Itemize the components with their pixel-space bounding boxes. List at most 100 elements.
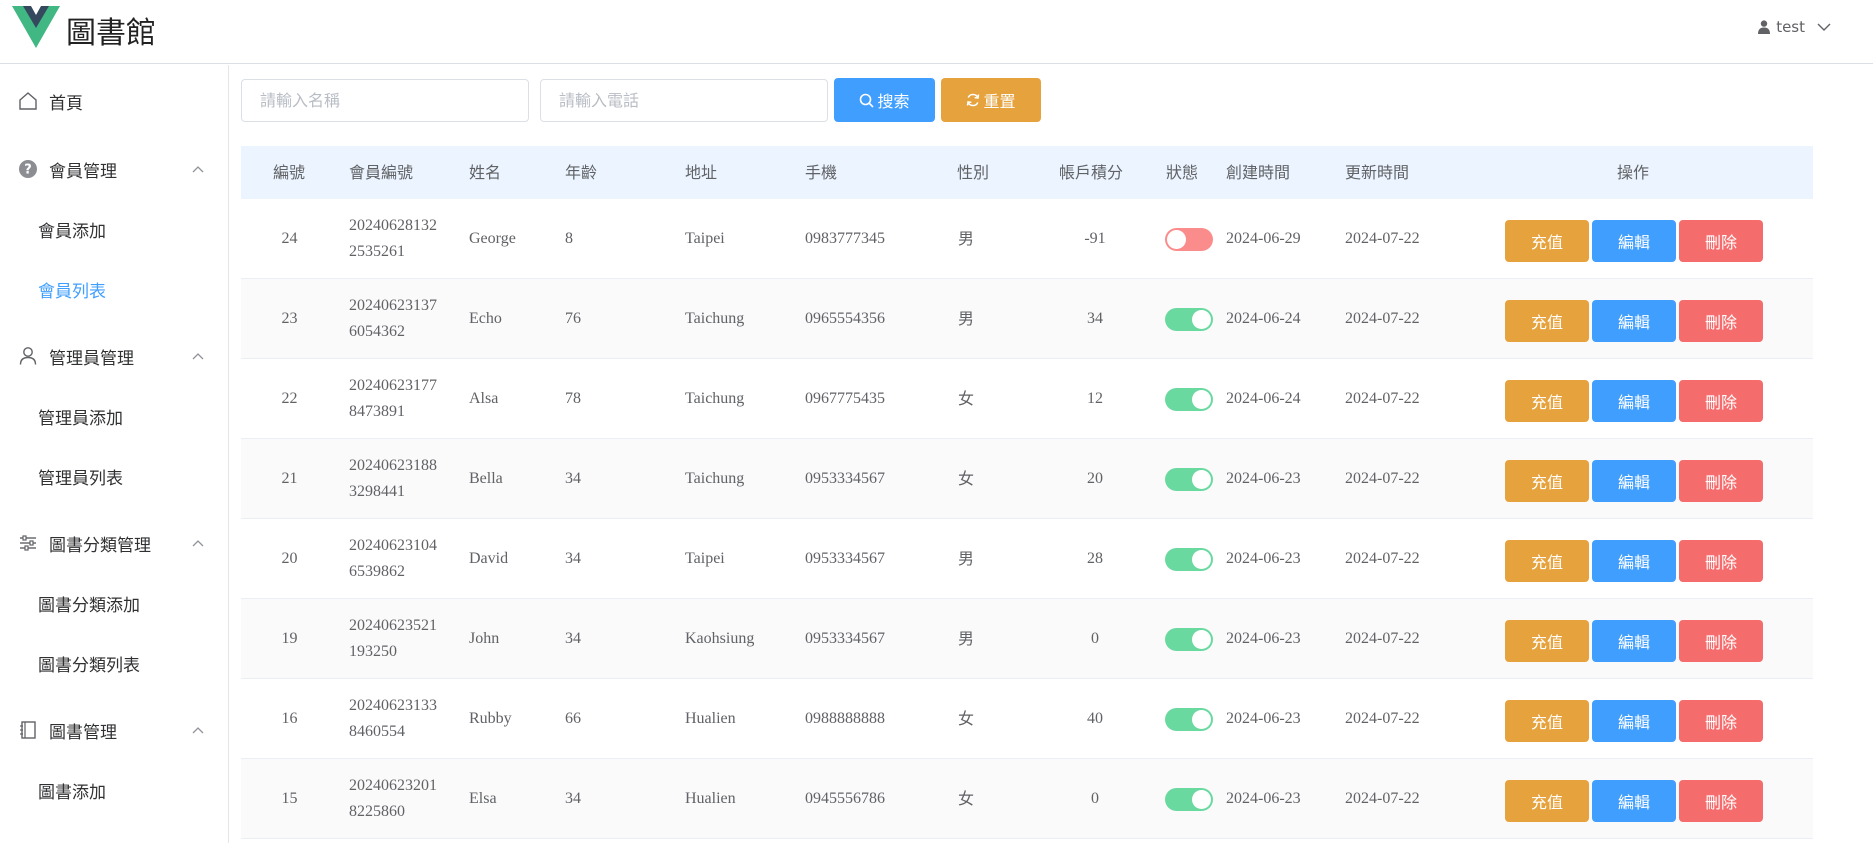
sidebar-group-admin-management[interactable]: 管理員管理 bbox=[0, 328, 228, 384]
sidebar-item-book-add[interactable]: 圖書添加 bbox=[0, 765, 228, 815]
cell-phone: 0945556786 bbox=[805, 790, 885, 807]
user-dropdown[interactable]: test bbox=[1758, 18, 1831, 36]
cell-gender: 男 bbox=[957, 309, 974, 328]
cell-id: 24 bbox=[281, 230, 298, 247]
cell-age: 34 bbox=[565, 790, 581, 807]
column-header: 狀態 bbox=[1166, 163, 1199, 182]
cell-address: Hualien bbox=[685, 790, 736, 807]
cell-updated: 2024-07-22 bbox=[1345, 550, 1420, 567]
reset-button[interactable]: 重置 bbox=[941, 78, 1041, 122]
delete-button[interactable]: 刪除 bbox=[1679, 380, 1763, 422]
edit-button-label: 編輯 bbox=[1617, 713, 1650, 732]
edit-button[interactable]: 編輯 bbox=[1592, 220, 1676, 262]
edit-button[interactable]: 編輯 bbox=[1592, 700, 1676, 742]
delete-button[interactable]: 刪除 bbox=[1679, 300, 1763, 342]
cell-updated: 2024-07-22 bbox=[1345, 470, 1420, 487]
member-no-line-2: 8473891 bbox=[349, 403, 405, 420]
cell-created: 2024-06-23 bbox=[1226, 630, 1301, 647]
recharge-button-label: 充值 bbox=[1530, 713, 1563, 732]
status-toggle[interactable] bbox=[1165, 228, 1213, 251]
sidebar-item-member-list[interactable]: 會員列表 bbox=[0, 264, 228, 314]
sidebar-item-label: 會員添加 bbox=[38, 221, 106, 242]
chevron-down-icon bbox=[1817, 23, 1831, 31]
edit-button[interactable]: 編輯 bbox=[1592, 620, 1676, 662]
sidebar-group-member-management[interactable]: ? 會員管理 bbox=[0, 141, 228, 197]
sidebar-item-admin-list[interactable]: 管理員列表 bbox=[0, 451, 228, 501]
edit-button-label: 編輯 bbox=[1617, 553, 1650, 572]
sidebar-group-book-management[interactable]: 圖書管理 bbox=[0, 702, 228, 758]
sidebar-item-admin-add[interactable]: 管理員添加 bbox=[0, 391, 228, 441]
member-no-line-2: 8225860 bbox=[349, 803, 405, 820]
table-row: 20 20240623104 6539862 David 34 Taipei 0… bbox=[241, 519, 1813, 599]
member-no-line-2: 2535261 bbox=[349, 243, 405, 260]
edit-button[interactable]: 編輯 bbox=[1592, 380, 1676, 422]
edit-button[interactable]: 編輯 bbox=[1592, 300, 1676, 342]
column-header: 更新時間 bbox=[1345, 163, 1410, 182]
status-toggle[interactable] bbox=[1165, 468, 1213, 491]
recharge-button[interactable]: 充值 bbox=[1505, 620, 1589, 662]
recharge-button[interactable]: 充值 bbox=[1505, 700, 1589, 742]
recharge-button[interactable]: 充值 bbox=[1505, 220, 1589, 262]
cell-phone: 0953334567 bbox=[805, 550, 885, 567]
question-circle-icon: ? bbox=[18, 159, 38, 179]
cell-address: Hualien bbox=[685, 710, 736, 727]
cell-points: 0 bbox=[1091, 630, 1099, 647]
phone-search-input[interactable] bbox=[540, 79, 828, 122]
edit-button[interactable]: 編輯 bbox=[1592, 460, 1676, 502]
column-header: 創建時間 bbox=[1226, 163, 1291, 182]
sidebar-group-book-category-management[interactable]: 圖書分類管理 bbox=[0, 515, 228, 571]
cell-name: Bella bbox=[469, 470, 503, 487]
edit-button[interactable]: 編輯 bbox=[1592, 780, 1676, 822]
cell-name: Echo bbox=[469, 310, 502, 327]
sidebar-item-member-add[interactable]: 會員添加 bbox=[0, 204, 228, 254]
search-icon bbox=[860, 93, 875, 108]
delete-button-label: 刪除 bbox=[1704, 313, 1737, 332]
recharge-button[interactable]: 充值 bbox=[1505, 540, 1589, 582]
cell-points: 0 bbox=[1091, 790, 1099, 807]
svg-text:?: ? bbox=[24, 163, 32, 178]
delete-button[interactable]: 刪除 bbox=[1679, 460, 1763, 502]
reset-button-label: 重置 bbox=[983, 92, 1016, 111]
cell-created: 2024-06-24 bbox=[1226, 310, 1301, 327]
edit-button[interactable]: 編輯 bbox=[1592, 540, 1676, 582]
sidebar-item-home[interactable]: 首頁 bbox=[0, 73, 228, 129]
delete-button[interactable]: 刪除 bbox=[1679, 620, 1763, 662]
delete-button[interactable]: 刪除 bbox=[1679, 540, 1763, 582]
delete-button[interactable]: 刪除 bbox=[1679, 780, 1763, 822]
search-button[interactable]: 搜索 bbox=[834, 78, 935, 122]
refresh-icon bbox=[967, 93, 980, 107]
column-header: 會員編號 bbox=[349, 163, 414, 182]
recharge-button[interactable]: 充值 bbox=[1505, 460, 1589, 502]
delete-button-label: 刪除 bbox=[1704, 793, 1737, 812]
status-toggle[interactable] bbox=[1165, 708, 1213, 731]
recharge-button[interactable]: 充值 bbox=[1505, 780, 1589, 822]
edit-button-label: 編輯 bbox=[1617, 393, 1650, 412]
cell-address: Taichung bbox=[685, 470, 745, 487]
status-toggle[interactable] bbox=[1165, 628, 1213, 651]
table-row: 24 20240628132 2535261 George 8 Taipei 0… bbox=[241, 199, 1813, 279]
cell-points: 40 bbox=[1087, 710, 1103, 727]
app-title: 圖書館 bbox=[66, 16, 156, 51]
cell-name: Elsa bbox=[469, 790, 497, 807]
cell-name: Rubby bbox=[469, 710, 512, 727]
table-row: 23 20240623137 6054362 Echo 76 Taichung … bbox=[241, 279, 1813, 359]
cell-phone: 0965554356 bbox=[805, 310, 885, 327]
recharge-button[interactable]: 充值 bbox=[1505, 300, 1589, 342]
recharge-button[interactable]: 充值 bbox=[1505, 380, 1589, 422]
status-toggle[interactable] bbox=[1165, 308, 1213, 331]
sidebar-item-book-category-add[interactable]: 圖書分類添加 bbox=[0, 578, 228, 628]
cell-member-no: 20240623137 6054362 bbox=[349, 293, 449, 345]
delete-button[interactable]: 刪除 bbox=[1679, 700, 1763, 742]
sidebar-item-book-category-list[interactable]: 圖書分類列表 bbox=[0, 638, 228, 688]
table-row: 21 20240623188 3298441 Bella 34 Taichung… bbox=[241, 439, 1813, 519]
status-toggle[interactable] bbox=[1165, 548, 1213, 571]
sidebar-item-label: 會員列表 bbox=[38, 281, 106, 302]
delete-button[interactable]: 刪除 bbox=[1679, 220, 1763, 262]
status-toggle[interactable] bbox=[1165, 388, 1213, 411]
status-toggle[interactable] bbox=[1165, 788, 1213, 811]
cell-points: 20 bbox=[1087, 470, 1103, 487]
cell-gender: 男 bbox=[957, 629, 974, 648]
cell-points: 28 bbox=[1087, 550, 1103, 567]
name-search-input[interactable] bbox=[241, 79, 529, 122]
cell-member-no: 20240623133 8460554 bbox=[349, 693, 449, 745]
